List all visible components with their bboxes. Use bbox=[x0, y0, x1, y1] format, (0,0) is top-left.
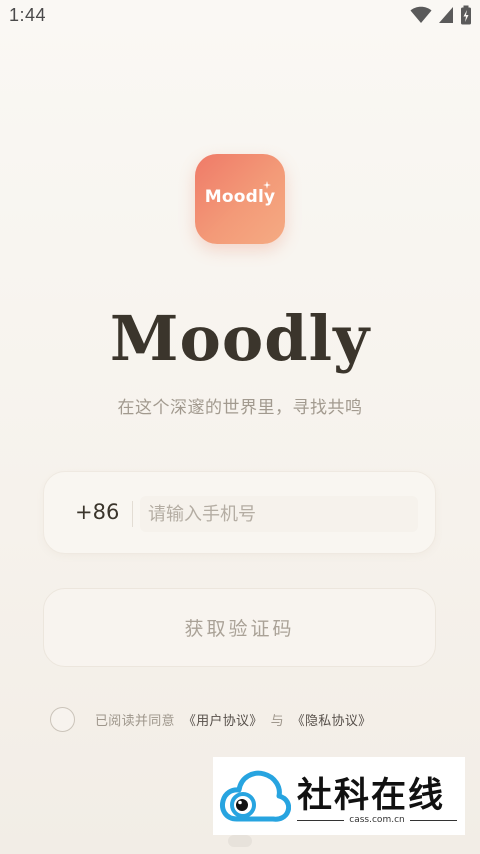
watermark: 社科在线 cass.com.cn bbox=[213, 757, 465, 835]
home-indicator bbox=[228, 835, 252, 847]
watermark-domain-row: cass.com.cn bbox=[297, 815, 457, 825]
wifi-icon bbox=[410, 6, 432, 23]
agreement-prefix: 已阅读并同意 bbox=[95, 713, 175, 729]
country-code[interactable]: +86 bbox=[75, 500, 119, 524]
watermark-title: 社科在线 bbox=[297, 776, 446, 816]
get-verification-code-button[interactable]: 获取验证码 bbox=[43, 588, 436, 667]
app-logo-text: Moodly bbox=[204, 187, 276, 207]
status-bar: 1:44 bbox=[0, 0, 480, 34]
battery-charging-icon bbox=[461, 5, 471, 25]
divider bbox=[297, 819, 345, 821]
agreement-row: 已阅读并同意 《用户协议》 与 《隐私协议》 bbox=[50, 705, 374, 733]
app-logo-icon: Moodly bbox=[195, 154, 285, 244]
cloud-eye-logo-icon bbox=[220, 770, 291, 822]
watermark-domain: cass.com.cn bbox=[349, 815, 405, 825]
phone-number-input[interactable] bbox=[140, 496, 418, 532]
app-title: Moodly bbox=[109, 302, 371, 375]
divider bbox=[132, 501, 133, 527]
status-time: 1:44 bbox=[9, 5, 47, 25]
user-agreement-link[interactable]: 《用户协议》 bbox=[183, 710, 263, 729]
divider bbox=[409, 819, 457, 821]
status-icons bbox=[410, 5, 472, 25]
privacy-policy-link[interactable]: 《隐私协议》 bbox=[292, 710, 372, 729]
agreement-checkbox[interactable] bbox=[50, 706, 75, 732]
app-subtitle: 在这个深邃的世界里，寻找共鸣 bbox=[117, 398, 363, 418]
sparkle-icon bbox=[263, 181, 271, 189]
agreement-conjunction: 与 bbox=[270, 713, 284, 729]
cellular-signal-icon bbox=[439, 7, 453, 23]
phone-input-card: +86 bbox=[43, 471, 436, 554]
